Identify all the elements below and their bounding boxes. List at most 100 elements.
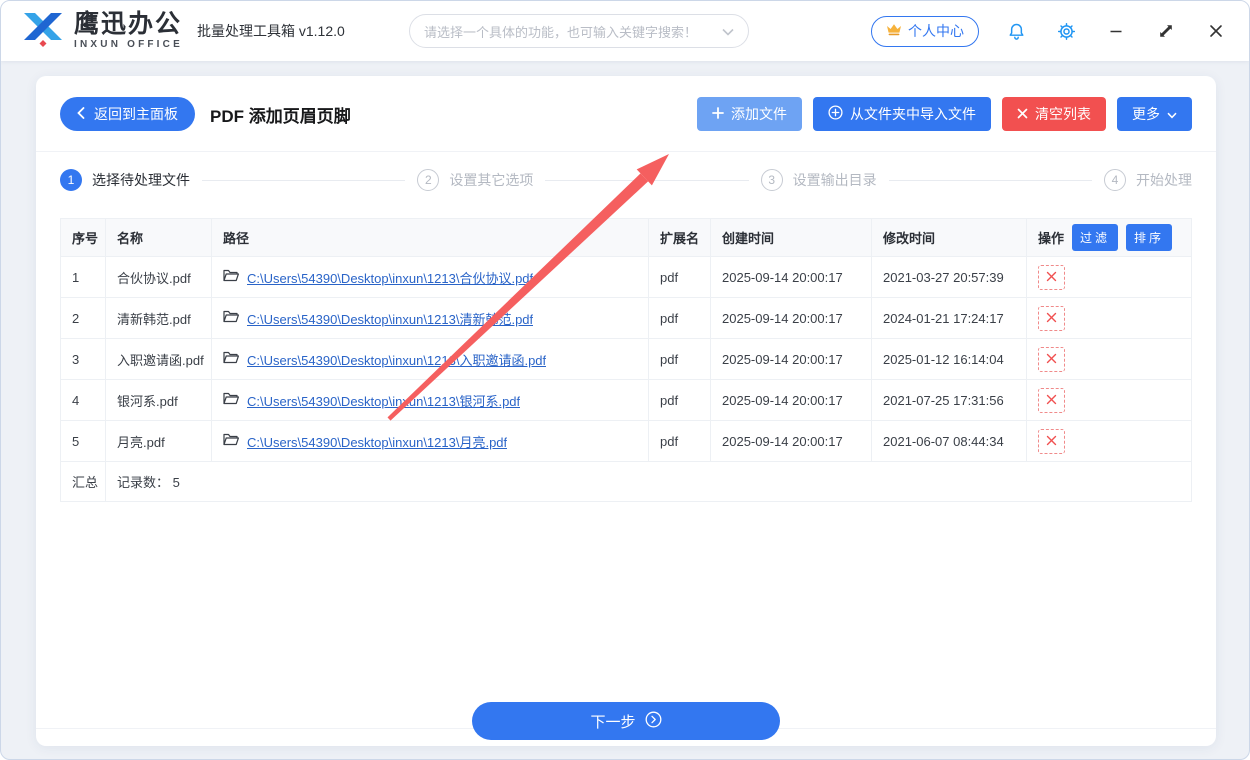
table-header-row: 序号 名称 路径 扩展名 创建时间 修改时间 操作 过滤 排序	[60, 218, 1192, 257]
folder-icon	[223, 269, 239, 285]
cell-ext: pdf	[648, 297, 711, 339]
cell-path: C:\Users\54390\Desktop\inxun\1213\入职邀请函.…	[211, 338, 649, 380]
cell-modified: 2024-01-21 17:24:17	[871, 297, 1027, 339]
main-card: 返回到主面板 PDF 添加页眉页脚 添加文件 从文件夹中导入文件 清空列表 更多…	[36, 76, 1216, 746]
minimize-button[interactable]	[1103, 18, 1129, 44]
step-2-label: 设置其它选项	[449, 172, 534, 188]
file-path-link[interactable]: C:\Users\54390\Desktop\inxun\1213\清新韩范.p…	[247, 309, 533, 328]
summary-row: 汇总 记录数： 5	[60, 461, 1192, 502]
step-1: 1 选择待处理文件	[60, 169, 190, 191]
maximize-button[interactable]	[1153, 18, 1179, 44]
cell-actions	[1026, 379, 1192, 421]
logo-x-icon	[21, 9, 65, 54]
search-placeholder: 请选择一个具体的功能，也可输入关键字搜索！	[424, 24, 698, 40]
col-header-index: 序号	[60, 218, 106, 257]
delete-x-icon	[1046, 393, 1057, 408]
more-button[interactable]: 更多	[1117, 97, 1192, 131]
add-files-button[interactable]: 添加文件	[697, 97, 802, 131]
cell-ext: pdf	[648, 379, 711, 421]
col-header-actions: 操作 过滤 排序	[1026, 218, 1192, 257]
folder-icon	[223, 310, 239, 326]
brand-name-cn: 鹰迅办公	[74, 10, 183, 38]
cell-path: C:\Users\54390\Desktop\inxun\1213\合伙协议.p…	[211, 256, 649, 298]
chevron-down-icon	[1167, 106, 1177, 122]
step-2-circle: 2	[417, 169, 440, 191]
cell-name: 清新韩范.pdf	[105, 297, 212, 339]
personal-center-button[interactable]: 个人中心	[871, 15, 979, 47]
back-to-dashboard-button[interactable]: 返回到主面板	[60, 97, 195, 131]
table-row: 3 入职邀请函.pdf C:\Users\54390\Desktop\inxun…	[60, 338, 1192, 380]
cell-ext: pdf	[648, 338, 711, 380]
cell-path: C:\Users\54390\Desktop\inxun\1213\银河系.pd…	[211, 379, 649, 421]
cell-name: 银河系.pdf	[105, 379, 212, 421]
cell-actions	[1026, 256, 1192, 298]
notification-bell-button[interactable]	[1003, 18, 1029, 44]
cell-path: C:\Users\54390\Desktop\inxun\1213\月亮.pdf	[211, 420, 649, 462]
cell-name: 入职邀请函.pdf	[105, 338, 212, 380]
actions-header-label: 操作	[1038, 231, 1065, 246]
plus-icon	[712, 106, 724, 122]
cell-modified: 2021-06-07 08:44:34	[871, 420, 1027, 462]
step-4-label: 开始处理	[1135, 172, 1192, 188]
chevron-left-icon	[77, 106, 85, 122]
next-step-label: 下一步	[590, 713, 636, 731]
step-connector	[202, 179, 406, 181]
delete-x-icon	[1046, 352, 1057, 367]
sort-button[interactable]: 排序	[1126, 224, 1173, 251]
file-path-link[interactable]: C:\Users\54390\Desktop\inxun\1213\入职邀请函.…	[247, 350, 546, 369]
step-connector	[888, 179, 1092, 181]
back-button-label: 返回到主面板	[94, 106, 178, 122]
cell-created: 2025-09-14 20:00:17	[710, 420, 872, 462]
personal-center-label: 个人中心	[908, 23, 964, 39]
col-header-name: 名称	[105, 218, 212, 257]
cell-ext: pdf	[648, 256, 711, 298]
import-from-folder-button[interactable]: 从文件夹中导入文件	[813, 97, 991, 131]
cell-modified: 2025-01-12 16:14:04	[871, 338, 1027, 380]
chevron-down-icon	[722, 24, 734, 39]
delete-row-button[interactable]	[1038, 264, 1065, 290]
cell-actions	[1026, 297, 1192, 339]
cell-created: 2025-09-14 20:00:17	[710, 379, 872, 421]
step-4: 4 开始处理	[1103, 169, 1192, 191]
function-search-select[interactable]: 请选择一个具体的功能，也可输入关键字搜索！	[409, 14, 749, 48]
app-subtitle: 批量处理工具箱 v1.12.0	[196, 23, 345, 39]
delete-row-button[interactable]	[1038, 387, 1065, 413]
table-row: 5 月亮.pdf C:\Users\54390\Desktop\inxun\12…	[60, 420, 1192, 462]
summary-label: 汇总	[60, 461, 106, 502]
cell-name: 月亮.pdf	[105, 420, 212, 462]
cell-created: 2025-09-14 20:00:17	[710, 256, 872, 298]
table-row: 1 合伙协议.pdf C:\Users\54390\Desktop\inxun\…	[60, 256, 1192, 298]
cell-created: 2025-09-14 20:00:17	[710, 338, 872, 380]
window-titlebar: 鹰迅办公 INXUN OFFICE 批量处理工具箱 v1.12.0 请选择一个具…	[1, 1, 1249, 61]
col-header-modified: 修改时间	[871, 218, 1027, 257]
clear-list-button[interactable]: 清空列表	[1002, 97, 1106, 131]
x-icon	[1017, 106, 1028, 122]
settings-gear-button[interactable]	[1053, 18, 1079, 44]
delete-row-button[interactable]	[1038, 305, 1065, 331]
next-step-button[interactable]: 下一步	[472, 702, 780, 740]
folder-icon	[223, 392, 239, 408]
close-button[interactable]	[1203, 18, 1229, 44]
delete-row-button[interactable]	[1038, 428, 1065, 454]
delete-x-icon	[1046, 311, 1057, 326]
crown-icon	[886, 23, 902, 39]
step-3: 3 设置输出目录	[760, 169, 877, 191]
cell-created: 2025-09-14 20:00:17	[710, 297, 872, 339]
app-window: 鹰迅办公 INXUN OFFICE 批量处理工具箱 v1.12.0 请选择一个具…	[0, 0, 1250, 760]
col-header-ext: 扩展名	[648, 218, 711, 257]
filter-button[interactable]: 过滤	[1072, 224, 1119, 251]
cell-index: 1	[60, 256, 106, 298]
folder-icon	[223, 433, 239, 449]
delete-x-icon	[1046, 434, 1057, 449]
cell-name: 合伙协议.pdf	[105, 256, 212, 298]
col-header-path: 路径	[211, 218, 649, 257]
cell-index: 4	[60, 379, 106, 421]
file-path-link[interactable]: C:\Users\54390\Desktop\inxun\1213\月亮.pdf	[247, 432, 507, 451]
delete-x-icon	[1046, 270, 1057, 285]
page-title: PDF 添加页眉页脚	[210, 106, 351, 126]
file-path-link[interactable]: C:\Users\54390\Desktop\inxun\1213\银河系.pd…	[247, 391, 520, 410]
titlebar-right-cluster: 个人中心	[871, 15, 1229, 47]
cell-actions	[1026, 420, 1192, 462]
delete-row-button[interactable]	[1038, 346, 1065, 372]
file-path-link[interactable]: C:\Users\54390\Desktop\inxun\1213\合伙协议.p…	[247, 268, 533, 287]
